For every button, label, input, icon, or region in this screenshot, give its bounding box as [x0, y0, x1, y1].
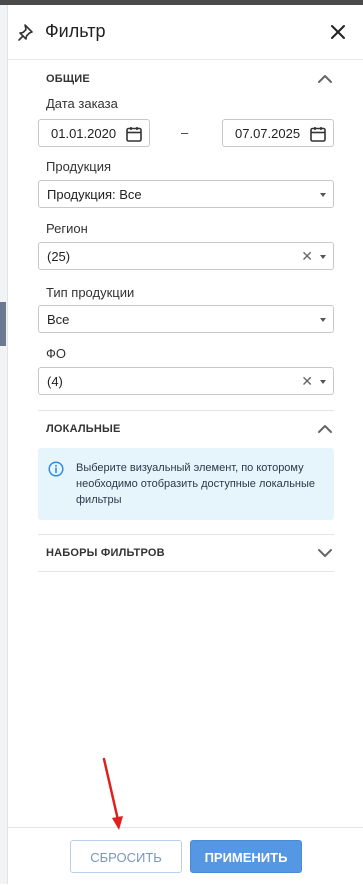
- section-general-label: ОБЩИЕ: [46, 73, 90, 85]
- region-value: (25): [47, 249, 71, 264]
- clear-icon[interactable]: ✕: [301, 373, 313, 390]
- clear-icon[interactable]: ✕: [301, 248, 313, 265]
- section-local-label: ЛОКАЛЬНЫЕ: [46, 423, 121, 435]
- calendar-icon[interactable]: [125, 125, 143, 143]
- section-filter-sets-header[interactable]: НАБОРЫ ФИЛЬТРОВ: [38, 542, 334, 564]
- fo-value: (4): [47, 374, 63, 389]
- caret-down-icon[interactable]: [320, 318, 326, 322]
- products-value: Продукция: Все: [47, 187, 142, 202]
- caret-down-icon[interactable]: [320, 193, 326, 197]
- section-divider: [38, 410, 334, 411]
- background-bar: [0, 302, 6, 346]
- info-icon: [48, 461, 64, 477]
- products-select[interactable]: Продукция: Все: [38, 180, 334, 208]
- product-type-select[interactable]: Все: [38, 305, 334, 333]
- calendar-icon[interactable]: [309, 125, 327, 143]
- panel-title: Фильтр: [45, 21, 106, 41]
- section-divider: [38, 571, 334, 572]
- product-type-label: Тип продукции: [46, 285, 135, 300]
- order-date-from-value: 01.01.2020: [51, 126, 117, 141]
- filter-panel: Фильтр ОБЩИЕ Дата заказа 01.01.2020 – 07…: [7, 5, 363, 885]
- section-local-header[interactable]: ЛОКАЛЬНЫЕ: [38, 418, 334, 440]
- pin-icon[interactable]: [17, 22, 37, 42]
- local-filters-info: Выберите визуальный элемент, по которому…: [38, 448, 334, 520]
- section-filter-sets-label: НАБОРЫ ФИЛЬТРОВ: [46, 547, 165, 559]
- caret-down-icon[interactable]: [320, 255, 326, 259]
- local-filters-info-text: Выберите визуальный элемент, по которому…: [76, 462, 316, 506]
- caret-down-icon[interactable]: [320, 380, 326, 384]
- chevron-down-icon[interactable]: [316, 544, 334, 562]
- order-date-from-input[interactable]: 01.01.2020: [38, 119, 150, 147]
- section-divider: [38, 534, 334, 535]
- section-general-header[interactable]: ОБЩИЕ: [38, 68, 334, 90]
- order-date-to-value: 07.07.2025: [235, 126, 301, 141]
- background-app-edge: [0, 5, 7, 884]
- region-select[interactable]: (25) ✕: [38, 242, 334, 270]
- reset-button[interactable]: СБРОСИТЬ: [70, 840, 182, 873]
- products-label: Продукция: [46, 159, 112, 174]
- order-date-label: Дата заказа: [46, 96, 118, 111]
- fo-label: ФО: [46, 346, 66, 361]
- panel-footer: СБРОСИТЬ ПРИМЕНИТЬ: [8, 827, 363, 885]
- apply-button[interactable]: ПРИМЕНИТЬ: [190, 840, 302, 873]
- close-icon[interactable]: [328, 22, 348, 42]
- date-range-separator: –: [181, 125, 189, 140]
- region-label: Регион: [46, 221, 88, 236]
- chevron-up-icon[interactable]: [316, 70, 334, 88]
- chevron-up-icon[interactable]: [316, 420, 334, 438]
- fo-select[interactable]: (4) ✕: [38, 367, 334, 395]
- product-type-value: Все: [47, 312, 70, 327]
- panel-header: Фильтр: [8, 5, 363, 60]
- order-date-to-input[interactable]: 07.07.2025: [222, 119, 334, 147]
